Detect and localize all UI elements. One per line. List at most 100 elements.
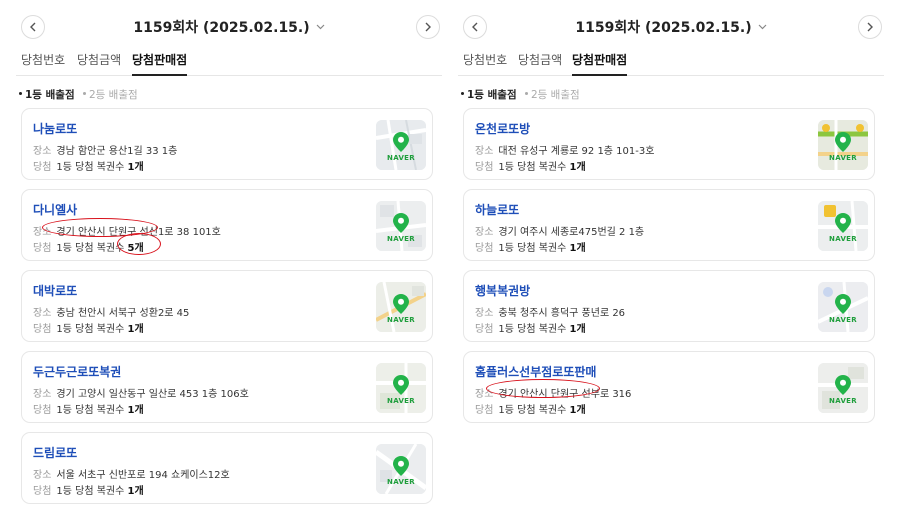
store-card[interactable]: 나눔로또 장소 경남 함안군 용산1길 33 1층 당첨 1등 당첨 복권수 1개 … (21, 108, 433, 180)
store-card[interactable]: 온천로또방 장소 대전 유성구 계룡로 92 1층 101-3호 당첨 1등 당첨 … (463, 108, 875, 180)
store-card[interactable]: 드림로또 장소 서울 서초구 신반포로 194 쇼케이스12호 당첨 1등 당첨 복… (21, 432, 433, 504)
store-address-line: 장소 충북 청주시 흥덕구 풍년로 26 (475, 304, 625, 319)
subtab-second-prize[interactable]: 2등 배출점 (525, 87, 580, 102)
store-win-line: 당첨 1등 당첨 복권수 1개 (475, 401, 586, 416)
round-title: 1159회차 (2025.02.15.) (575, 20, 752, 36)
store-win-line: 당첨 1등 당첨 복권수 1개 (475, 158, 586, 173)
store-card[interactable]: 하늘로또 장소 경기 여주시 세종로475번길 2 1층 당첨 1등 당첨 복권수 … (463, 189, 875, 261)
store-card[interactable]: 대박로또 장소 충남 천안시 서북구 성환2로 45 당첨 1등 당첨 복권수 1개… (21, 270, 433, 342)
subtab-label: 1등 배출점 (25, 89, 75, 101)
bullet-dot (83, 92, 86, 95)
map-thumbnail[interactable]: NAVER (376, 282, 426, 332)
naver-logo: NAVER (387, 235, 415, 243)
chevron-down-icon (316, 24, 325, 30)
store-address-line: 장소 경기 고양시 일산동구 일산로 453 1층 106호 (33, 385, 249, 400)
naver-logo: NAVER (387, 397, 415, 405)
map-thumbnail[interactable]: NAVER (376, 201, 426, 251)
tab-prize-amount[interactable]: 당첨금액 (77, 52, 121, 76)
location-pin-icon (835, 294, 851, 314)
store-address: 서울 서초구 신반포로 194 쇼케이스12호 (56, 470, 230, 481)
store-win-line: 당첨 1등 당첨 복권수 1개 (33, 158, 144, 173)
store-card[interactable]: 홈플러스선부점로또판매 장소 경기 안산시 단원구 선부로 316 당첨 1등 당첨… (463, 351, 875, 423)
store-name[interactable]: 드림로또 (33, 444, 77, 461)
place-label: 장소 (33, 146, 52, 157)
subtab-first-prize[interactable]: 1등 배출점 (461, 87, 517, 102)
subtab-first-prize[interactable]: 1등 배출점 (19, 87, 75, 102)
store-address-line: 장소 경기 안산시 단원구 선신1로 38 101호 (33, 223, 221, 238)
round-selector[interactable]: 1159회차 (2025.02.15.) (458, 17, 884, 37)
tab-winning-stores[interactable]: 당첨판매점 (572, 52, 628, 76)
store-name[interactable]: 다니엘사 (33, 201, 77, 218)
win-count: 1개 (569, 243, 586, 254)
map-thumbnail[interactable]: NAVER (818, 201, 868, 251)
round-selector[interactable]: 1159회차 (2025.02.15.) (16, 17, 442, 37)
tab-prize-amount[interactable]: 당첨금액 (518, 52, 562, 76)
naver-logo: NAVER (387, 154, 415, 162)
win-label: 당첨 (33, 243, 52, 254)
store-name[interactable]: 두근두근로또복권 (33, 363, 121, 380)
rank-subtabs: 1등 배출점 2등 배출점 (16, 76, 442, 110)
win-count: 5개 (127, 243, 144, 254)
map-thumbnail[interactable]: NAVER (376, 120, 426, 170)
store-win-line: 당첨 1등 당첨 복권수 5개 (33, 239, 144, 254)
map-thumbnail[interactable]: NAVER (818, 120, 868, 170)
tab-winning-numbers[interactable]: 당첨번호 (463, 52, 507, 76)
win-count: 1개 (127, 162, 144, 173)
bullet-dot (525, 92, 528, 95)
store-card[interactable]: 다니엘사 장소 경기 안산시 단원구 선신1로 38 101호 당첨 1등 당첨 복… (21, 189, 433, 261)
bullet-dot (461, 92, 464, 95)
location-pin-icon (835, 213, 851, 233)
result-tabs: 당첨번호 당첨금액 당첨판매점 (16, 52, 442, 76)
store-name[interactable]: 행복복권방 (475, 282, 530, 299)
win-label: 당첨 (475, 405, 494, 416)
location-pin-icon (835, 375, 851, 395)
place-label: 장소 (33, 227, 52, 238)
store-name[interactable]: 홈플러스선부점로또판매 (475, 363, 596, 380)
location-pin-icon (393, 456, 409, 476)
win-count: 1개 (569, 324, 586, 335)
place-label: 장소 (475, 389, 494, 400)
tab-winning-numbers[interactable]: 당첨번호 (21, 52, 65, 76)
win-count: 1개 (127, 486, 144, 497)
bullet-dot (19, 92, 22, 95)
store-card[interactable]: 행복복권방 장소 충북 청주시 흥덕구 풍년로 26 당첨 1등 당첨 복권수 1개… (463, 270, 875, 342)
place-label: 장소 (33, 389, 52, 400)
location-pin-icon (393, 294, 409, 314)
store-name[interactable]: 하늘로또 (475, 201, 519, 218)
map-thumbnail[interactable]: NAVER (376, 444, 426, 494)
next-round-button[interactable] (416, 15, 440, 39)
tab-winning-stores[interactable]: 당첨판매점 (132, 52, 188, 76)
win-label: 당첨 (475, 162, 494, 173)
chevron-down-icon (758, 24, 767, 30)
win-text: 1등 당첨 복권수 (56, 324, 125, 335)
store-address-line: 장소 경기 여주시 세종로475번길 2 1층 (475, 223, 644, 238)
store-win-line: 당첨 1등 당첨 복권수 1개 (33, 482, 144, 497)
subtab-second-prize[interactable]: 2등 배출점 (83, 87, 138, 102)
location-pin-icon (393, 132, 409, 152)
win-text: 1등 당첨 복권수 (56, 486, 125, 497)
naver-logo: NAVER (829, 154, 857, 162)
store-address: 경남 함안군 용산1길 33 1층 (56, 146, 178, 157)
round-header: 1159회차 (2025.02.15.) (16, 0, 442, 52)
store-address-line: 장소 경기 안산시 단원구 선부로 316 (475, 385, 631, 400)
next-round-button[interactable] (858, 15, 882, 39)
store-card[interactable]: 두근두근로또복권 장소 경기 고양시 일산동구 일산로 453 1층 106호 당… (21, 351, 433, 423)
store-name[interactable]: 나눔로또 (33, 120, 77, 137)
win-count: 1개 (127, 405, 144, 416)
map-thumbnail[interactable]: NAVER (818, 282, 868, 332)
win-text: 1등 당첨 복권수 (498, 324, 567, 335)
win-label: 당첨 (33, 486, 52, 497)
win-text: 1등 당첨 복권수 (56, 243, 125, 254)
map-thumbnail[interactable]: NAVER (376, 363, 426, 413)
store-address-line: 장소 충남 천안시 서북구 성환2로 45 (33, 304, 189, 319)
win-label: 당첨 (475, 243, 494, 254)
subtab-label: 2등 배출점 (531, 89, 580, 101)
map-thumbnail[interactable]: NAVER (818, 363, 868, 413)
win-count: 1개 (569, 405, 586, 416)
place-label: 장소 (33, 308, 52, 319)
store-address: 경기 안산시 단원구 선부로 316 (498, 389, 632, 400)
store-name[interactable]: 대박로또 (33, 282, 77, 299)
location-pin-icon (393, 375, 409, 395)
store-name[interactable]: 온천로또방 (475, 120, 530, 137)
place-label: 장소 (475, 308, 494, 319)
